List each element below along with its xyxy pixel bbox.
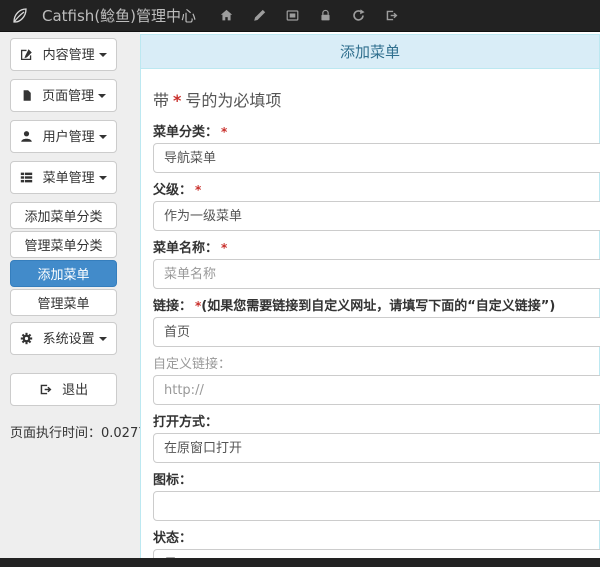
sidebar-item-menu-management[interactable]: 菜单管理 (10, 161, 117, 194)
chevron-down-icon (99, 337, 107, 341)
panel-body: 带*号的为必填项 菜单分类：* 导航菜单 父级：* 作为一级菜单 菜单名称：* (141, 69, 599, 558)
chevron-down-icon (99, 53, 107, 57)
required-star: * (173, 91, 181, 110)
sidebar-item-add-menu-category[interactable]: 添加菜单分类 (10, 202, 117, 229)
refresh-icon[interactable] (342, 0, 375, 32)
log-out-icon[interactable] (375, 0, 408, 32)
sidebar-item-content-management[interactable]: 内容管理 (10, 38, 117, 71)
field-link: 链接：*(如果您需要链接到自定义网址，请填写下面的“自定义链接”) 首页 (153, 295, 587, 347)
link-label: 链接：*(如果您需要链接到自定义网址，请填写下面的“自定义链接”) (153, 295, 587, 314)
menu-name-label: 菜单名称：* (153, 237, 587, 256)
field-menu-name: 菜单名称：* (153, 237, 587, 289)
gear-icon (20, 334, 37, 349)
home-icon[interactable] (210, 0, 243, 32)
field-custom-link: 自定义链接： (153, 353, 587, 405)
sidebar-item-add-menu[interactable]: 添加菜单 (10, 260, 117, 287)
sidebar-item-label: 添加菜单分类 (24, 210, 102, 225)
parent-select[interactable]: 作为一级菜单 (153, 201, 600, 231)
sidebar-item-label: 内容管理 (43, 48, 95, 63)
navbar-icon-group (210, 0, 408, 32)
custom-link-label: 自定义链接： (153, 353, 587, 372)
field-icon: 图标： (153, 469, 587, 521)
required-note: 带*号的为必填项 (153, 87, 587, 111)
icon-input[interactable] (153, 491, 600, 521)
sidebar-item-label: 菜单管理 (43, 171, 95, 186)
lock-icon[interactable] (309, 0, 342, 32)
pencil-icon[interactable] (243, 0, 276, 32)
sidebar-item-label: 管理菜单 (37, 297, 89, 312)
sidebar-item-label: 用户管理 (43, 130, 95, 145)
sidebar-item-label: 管理菜单分类 (24, 239, 102, 254)
menu-name-input[interactable] (153, 259, 600, 289)
brand[interactable]: Catfish(鲶鱼)管理中心 (10, 5, 196, 26)
bottom-bar (0, 558, 600, 567)
file-icon (21, 91, 37, 106)
status-label: 状态： (153, 527, 587, 546)
content-row: 内容管理 页面管理 用户管理 (0, 32, 600, 558)
add-menu-panel: 添加菜单 带*号的为必填项 菜单分类：* 导航菜单 父级：* 作为一级菜单 (140, 34, 600, 558)
status-select[interactable]: 显示 (153, 549, 600, 558)
custom-link-input[interactable] (153, 375, 600, 405)
parent-label: 父级：* (153, 179, 587, 198)
sidebar-item-user-management[interactable]: 用户管理 (10, 120, 117, 153)
main-content: 添加菜单 带*号的为必填项 菜单分类：* 导航菜单 父级：* 作为一级菜单 (140, 32, 600, 558)
field-menu-category: 菜单分类：* 导航菜单 (153, 121, 587, 173)
open-mode-label: 打开方式： (153, 411, 587, 430)
field-parent: 父级：* 作为一级菜单 (153, 179, 587, 231)
sidebar-item-page-management[interactable]: 页面管理 (10, 79, 117, 112)
logout-button[interactable]: 退出 (10, 373, 117, 406)
sidebar: 内容管理 页面管理 用户管理 (0, 32, 140, 558)
page-exec-time: 页面执行时间：0.0277s (10, 422, 117, 441)
log-out-icon (39, 385, 56, 400)
field-status: 状态： 显示 (153, 527, 587, 558)
sidebar-item-label: 页面管理 (42, 89, 94, 104)
link-note: (如果您需要链接到自定义网址，请填写下面的“自定义链接”) (201, 299, 555, 314)
sidebar-item-manage-menu[interactable]: 管理菜单 (10, 289, 117, 316)
user-icon (20, 132, 37, 147)
chevron-down-icon (99, 135, 107, 139)
list-alt-icon[interactable] (276, 0, 309, 32)
icon-label: 图标： (153, 469, 587, 488)
list-icon (20, 173, 37, 188)
menu-category-label: 菜单分类：* (153, 121, 587, 140)
logout-label: 退出 (62, 383, 88, 398)
open-mode-select[interactable]: 在原窗口打开 (153, 433, 600, 463)
sidebar-item-manage-menu-category[interactable]: 管理菜单分类 (10, 231, 117, 258)
panel-title: 添加菜单 (141, 35, 599, 69)
sidebar-item-label: 添加菜单 (37, 268, 89, 283)
menu-category-select[interactable]: 导航菜单 (153, 143, 600, 173)
sidebar-item-label: 系统设置 (43, 332, 95, 347)
brand-title: Catfish(鲶鱼)管理中心 (42, 5, 196, 26)
top-navbar: Catfish(鲶鱼)管理中心 (0, 0, 600, 32)
leaf-quill-icon (10, 6, 30, 26)
field-open-mode: 打开方式： 在原窗口打开 (153, 411, 587, 463)
edit-icon (20, 50, 37, 65)
sidebar-item-system-settings[interactable]: 系统设置 (10, 322, 117, 355)
chevron-down-icon (99, 176, 107, 180)
link-select[interactable]: 首页 (153, 317, 600, 347)
chevron-down-icon (98, 94, 106, 98)
